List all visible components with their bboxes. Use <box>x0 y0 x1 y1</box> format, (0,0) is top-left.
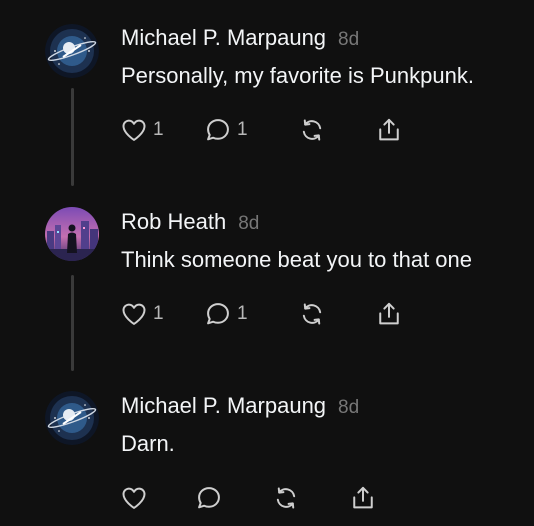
avatar[interactable] <box>45 24 99 78</box>
action-bar <box>0 483 534 513</box>
post-text: Darn. <box>121 431 175 456</box>
action-bar: 1 1 <box>0 115 534 145</box>
post-header: Michael P. Marpaung 8d <box>121 25 359 51</box>
share-button[interactable] <box>375 115 403 145</box>
post-text: Personally, my favorite is Punkpunk. <box>121 63 474 88</box>
username[interactable]: Rob Heath <box>121 209 226 234</box>
repost-icon <box>302 119 322 141</box>
post-text: Think someone beat you to that one <box>121 247 473 272</box>
comment-icon <box>198 487 220 509</box>
repost-icon <box>276 487 296 509</box>
action-bar: 1 1 <box>0 299 534 329</box>
repost-button[interactable] <box>272 483 300 513</box>
like-count: 1 <box>153 119 164 140</box>
username[interactable]: Michael P. Marpaung <box>121 25 326 50</box>
reply-count: 1 <box>237 303 248 324</box>
avatar[interactable] <box>45 391 99 445</box>
share-icon <box>353 486 373 509</box>
astronaut-logo-icon <box>45 391 99 445</box>
heart-icon <box>122 303 146 325</box>
like-button[interactable]: 1 <box>120 115 164 145</box>
reply-count: 1 <box>237 119 248 140</box>
heart-icon <box>122 487 146 509</box>
post-header: Rob Heath 8d <box>121 209 259 235</box>
comment-icon <box>207 119 229 141</box>
post-1: Michael P. Marpaung 8d Personally, my fav… <box>0 0 534 190</box>
post-3: Michael P. Marpaung 8d Darn. <box>0 375 534 526</box>
share-button[interactable] <box>375 299 403 329</box>
comment-icon <box>207 303 229 325</box>
reply-button[interactable]: 1 <box>204 299 248 329</box>
share-icon <box>379 302 399 325</box>
heart-icon <box>122 119 146 141</box>
astronaut-logo-icon <box>45 24 99 78</box>
repost-button[interactable] <box>298 115 326 145</box>
share-button[interactable] <box>349 483 377 513</box>
repost-button[interactable] <box>298 299 326 329</box>
repost-icon <box>302 303 322 325</box>
timestamp[interactable]: 8d <box>238 213 259 234</box>
like-button[interactable] <box>120 483 153 513</box>
reply-button[interactable] <box>195 483 228 513</box>
like-count: 1 <box>153 303 164 324</box>
timestamp[interactable]: 8d <box>338 397 359 418</box>
share-icon <box>379 118 399 141</box>
like-button[interactable]: 1 <box>120 299 164 329</box>
post-header: Michael P. Marpaung 8d <box>121 393 359 419</box>
reply-button[interactable]: 1 <box>204 115 248 145</box>
city-silhouette-icon <box>45 207 99 261</box>
post-2: Rob Heath 8d Think someone beat you to th… <box>0 190 534 375</box>
username[interactable]: Michael P. Marpaung <box>121 393 326 418</box>
avatar[interactable] <box>45 207 99 261</box>
timestamp[interactable]: 8d <box>338 29 359 50</box>
